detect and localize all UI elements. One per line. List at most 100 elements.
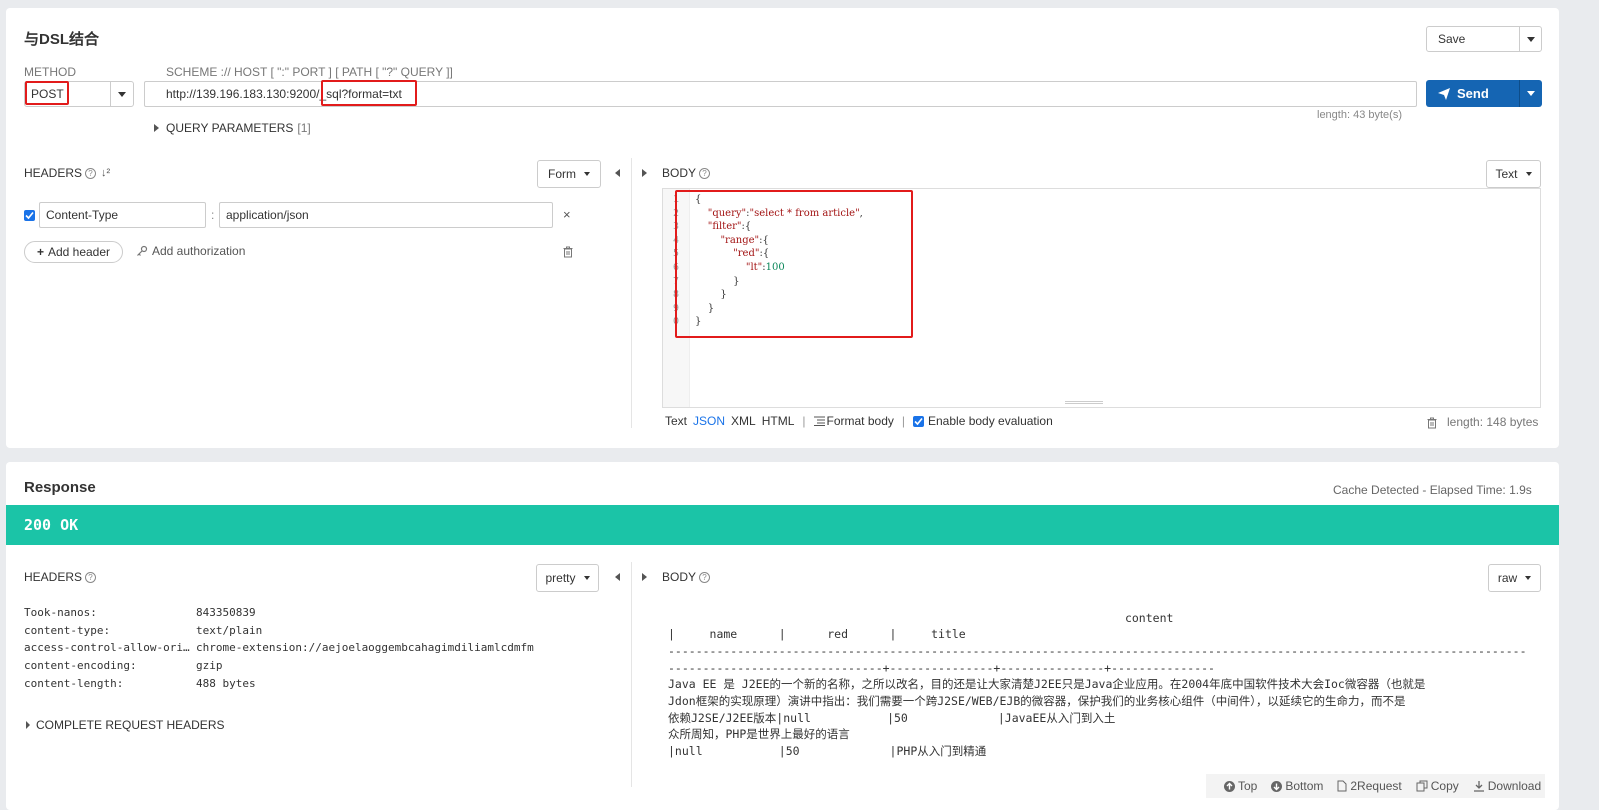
chevron-down-icon (1525, 576, 1532, 580)
format-html[interactable]: HTML (762, 414, 795, 428)
response-body-line: 依赖J2SE/J2EE版本|null |50 |JavaEE从入门到入土 (668, 711, 1116, 725)
chevron-down-icon (1525, 172, 1532, 176)
trash-icon[interactable] (563, 246, 573, 258)
chevron-down-icon (118, 91, 127, 97)
copy-button[interactable]: Copy (1416, 779, 1459, 793)
copy-icon (1416, 780, 1428, 792)
request-title: 与DSL结合 (24, 31, 100, 48)
collapse-left-icon[interactable] (615, 573, 620, 581)
enable-eval-checkbox[interactable] (913, 415, 924, 427)
status-bar: 200 OK (6, 505, 1559, 545)
to-request-button[interactable]: 2Request (1337, 779, 1402, 793)
header-value-input[interactable]: application/json (219, 202, 553, 228)
method-label: METHOD (24, 65, 76, 79)
cache-label: Cache Detected - Elapsed Time: 1.9s (1333, 483, 1532, 497)
header-key: access-control-allow-origin: (24, 641, 192, 655)
help-icon: ? (85, 571, 97, 583)
resp-footer: Top Bottom 2Request Copy Download (1206, 774, 1546, 798)
trash-icon[interactable] (1427, 417, 1437, 429)
remove-header-icon[interactable]: × (563, 207, 571, 222)
arrow-up-circle-icon (1224, 780, 1235, 792)
add-header-button[interactable]: + Add header (24, 241, 123, 263)
response-body-line: Jdon框架的实现原理）演讲中指出：我们需要一个跨J2SE/WEB/EJB的微容… (668, 694, 1406, 708)
sort-icon[interactable]: ↓² (101, 167, 110, 179)
help-icon: ? (85, 167, 97, 179)
resp-body-heading: BODY ? (662, 570, 711, 584)
response-body-line: 众所周知，PHP是世界上最好的语言 (668, 727, 850, 741)
resp-headers-heading: HEADERS ? (24, 570, 97, 584)
save-dropdown[interactable] (1519, 27, 1541, 51)
collapse-left-icon[interactable] (615, 169, 620, 177)
url-base: http://139.196.183.130:9200 (166, 87, 317, 101)
resp-headers-label: HEADERS (24, 570, 83, 584)
plus-icon: + (36, 245, 44, 259)
url-length: length: 43 byte(s) (1317, 109, 1402, 121)
header-separator: : (211, 208, 215, 222)
save-label: Save (1438, 32, 1466, 46)
header-value: 488 bytes (196, 676, 256, 690)
body-mode-value: Text (1495, 167, 1518, 181)
complete-headers-toggle[interactable]: COMPLETE REQUEST HEADERS (26, 718, 224, 732)
body-length: length: 148 bytes (1447, 415, 1539, 429)
caret-right-icon (154, 124, 159, 132)
key-icon (137, 245, 148, 256)
check-icon (25, 211, 34, 220)
complete-headers-label: COMPLETE REQUEST HEADERS (36, 718, 225, 732)
help-icon: ? (699, 571, 711, 583)
request-panel: 与DSL结合 Save METHOD POST SCHEME :// HOST … (6, 8, 1559, 448)
download-button[interactable]: Download (1473, 779, 1541, 793)
body-highlight (675, 190, 913, 338)
header-value: 843350839 (196, 606, 256, 619)
body-heading: BODY ? (662, 166, 711, 180)
resp-headers-mode-select[interactable]: pretty (536, 564, 599, 592)
response-body-line: Java EE 是 J2EE的一个新的名称，之所以改名，目的还是让大家清楚J2E… (668, 677, 1426, 691)
response-body-line: -------------------------------+--------… (668, 661, 1215, 675)
bottom-button[interactable]: Bottom (1271, 779, 1323, 793)
send-button[interactable]: Send (1426, 80, 1542, 107)
header-name-input[interactable]: Content-Type (39, 202, 206, 228)
header-key: content-type: (24, 623, 111, 637)
header-key: content-encoding: (24, 659, 137, 673)
method-highlight (25, 81, 69, 105)
format-text[interactable]: Text (665, 414, 687, 428)
enable-eval-label: Enable body evaluation (928, 414, 1053, 428)
response-panel: Response Cache Detected - Elapsed Time: … (6, 462, 1559, 810)
resp-headers-mode-value: pretty (545, 571, 576, 585)
header-enabled-checkbox[interactable] (24, 210, 35, 221)
header-key: Took-nanos: (24, 606, 97, 619)
arrow-down-circle-icon (1271, 780, 1283, 792)
chevron-down-icon (1527, 91, 1535, 96)
format-body-button[interactable]: Format body (813, 414, 894, 428)
format-json[interactable]: JSON (693, 414, 725, 428)
chevron-down-icon (1526, 36, 1535, 42)
response-body-line: |null |50 |PHP从入门到精通 (668, 744, 987, 758)
header-key: content-length: (24, 676, 124, 690)
response-body-line: content (668, 611, 1174, 625)
paper-plane-icon (1438, 87, 1450, 100)
send-label: Send (1457, 86, 1489, 101)
resp-body-mode-select[interactable]: raw (1488, 564, 1541, 592)
chevron-down-icon (584, 172, 590, 176)
caret-right-icon (26, 721, 30, 729)
add-auth-label: Add authorization (152, 244, 246, 258)
download-icon (1473, 781, 1484, 792)
body-mode-select[interactable]: Text (1486, 160, 1541, 188)
query-params-toggle[interactable]: QUERY PARAMETERS [1] (154, 121, 311, 135)
send-dropdown[interactable] (1519, 80, 1542, 107)
response-title: Response (24, 479, 96, 496)
resp-body-label: BODY (662, 570, 697, 584)
top-button[interactable]: Top (1224, 779, 1257, 793)
headers-mode-select[interactable]: Form (537, 160, 601, 188)
expand-right-icon[interactable] (642, 573, 647, 581)
chevron-down-icon (583, 576, 590, 580)
status-text: 200 OK (24, 516, 79, 534)
headers-mode-value: Form (548, 167, 576, 181)
format-xml[interactable]: XML (731, 414, 756, 428)
response-body-line: | name | red | title (668, 627, 966, 641)
expand-right-icon[interactable] (642, 169, 647, 177)
add-authorization-link[interactable]: Add authorization (136, 244, 245, 258)
header-value: chrome-extension://aejoelaoggembcahagimd… (196, 641, 534, 655)
save-button[interactable]: Save (1426, 26, 1542, 52)
header-value: text/plain (196, 623, 263, 637)
resize-handle[interactable] (1065, 401, 1103, 404)
